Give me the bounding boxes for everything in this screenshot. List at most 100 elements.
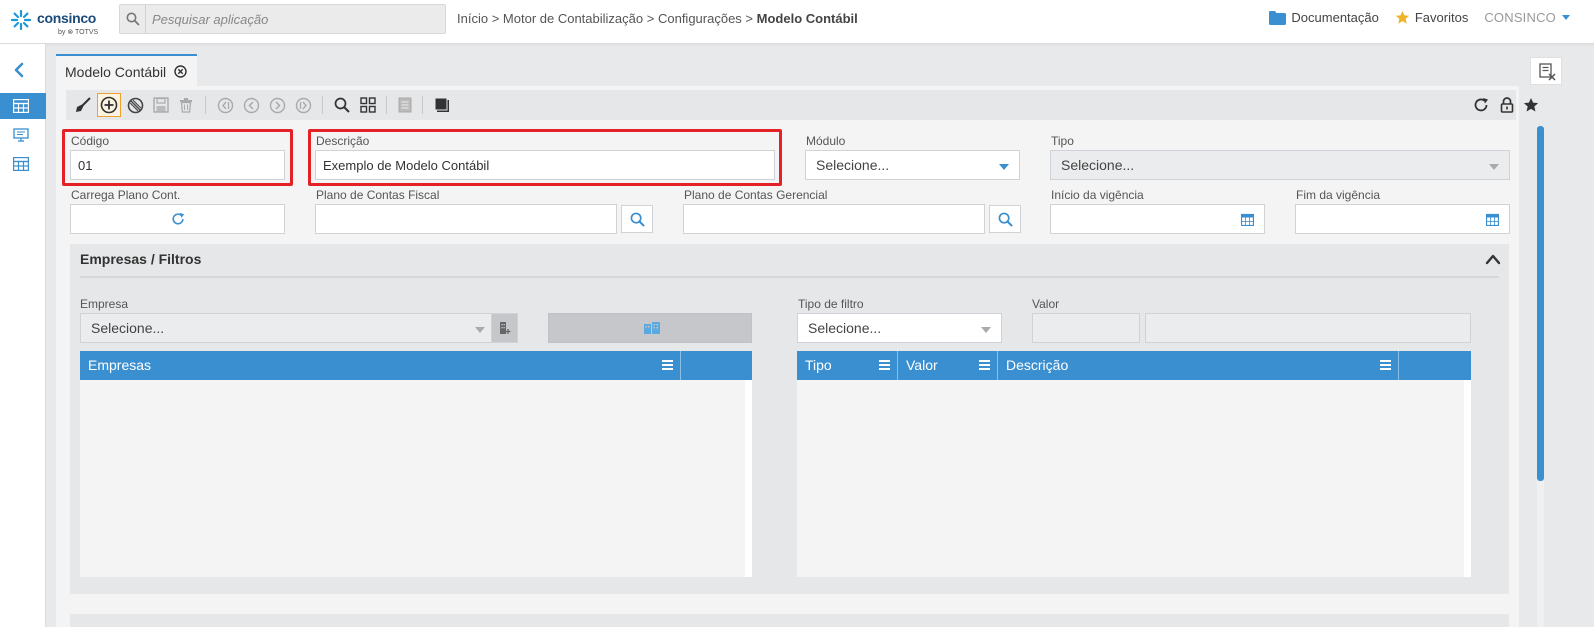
- column-header-descricao[interactable]: Descrição: [998, 351, 1399, 380]
- calendar-icon[interactable]: [1486, 213, 1499, 226]
- clear-filter-button[interactable]: [1530, 57, 1562, 85]
- top-bar: consinco by ⊗ TOTVS Início > Motor de Co…: [0, 0, 1594, 44]
- scrollbar[interactable]: [1464, 380, 1471, 577]
- documentation-link[interactable]: Documentação: [1269, 10, 1379, 25]
- refresh-button[interactable]: [1469, 93, 1493, 117]
- plano-fiscal-lookup-button[interactable]: [621, 205, 653, 233]
- search-icon: [630, 212, 645, 227]
- chevron-left-icon: [14, 62, 24, 78]
- broom-button[interactable]: [71, 93, 95, 117]
- column-header-valor[interactable]: Valor: [898, 351, 998, 380]
- consinco-logo-mark-icon: [10, 9, 32, 31]
- valor-descricao-input[interactable]: [1145, 313, 1471, 343]
- collapse-sidebar-button[interactable]: [12, 62, 26, 81]
- search-input[interactable]: [152, 10, 432, 28]
- scrollbar[interactable]: [745, 380, 752, 577]
- tipo-filtro-select[interactable]: Selecione...: [797, 313, 1002, 343]
- table-icon: [13, 99, 29, 113]
- valor-label: Valor: [1032, 297, 1060, 311]
- empresa-select[interactable]: Selecione...: [80, 313, 492, 343]
- column-menu-icon[interactable]: [979, 360, 990, 370]
- section-title: Empresas / Filtros: [80, 251, 202, 267]
- star-icon: [1395, 10, 1410, 24]
- breadcrumb-item-inicio[interactable]: Início: [457, 11, 488, 26]
- inicio-vigencia-input[interactable]: [1050, 204, 1265, 234]
- empresa-label: Empresa: [80, 297, 129, 311]
- favorite-button[interactable]: [1519, 93, 1543, 117]
- broom-icon: [76, 97, 91, 112]
- last-record-button[interactable]: [291, 93, 315, 117]
- column-menu-icon[interactable]: [1380, 360, 1391, 370]
- delete-button[interactable]: [174, 93, 198, 117]
- document-icon: [398, 97, 412, 113]
- refresh-icon: [1474, 98, 1488, 112]
- search-icon: [120, 5, 146, 33]
- list-clear-icon: [1539, 63, 1556, 81]
- magnifier-icon: [334, 97, 350, 113]
- next-record-button[interactable]: [265, 93, 289, 117]
- search-icon: [998, 212, 1013, 227]
- column-header-empresas[interactable]: Empresas: [80, 351, 681, 380]
- modulo-select[interactable]: Selecione...: [805, 150, 1020, 180]
- sidebar-item-grid[interactable]: [0, 151, 46, 177]
- grid-view-button[interactable]: [356, 93, 380, 117]
- main-panel: Código 01 Descrição Exemplo de Modelo Co…: [56, 86, 1539, 627]
- empresas-grid-body: [80, 380, 745, 577]
- tipo-label: Tipo: [1051, 134, 1074, 148]
- chevron-down-icon: [981, 327, 991, 333]
- breadcrumb: Início > Motor de Contabilização > Confi…: [457, 11, 858, 26]
- fim-vigencia-input[interactable]: [1295, 204, 1510, 234]
- column-menu-icon[interactable]: [879, 360, 890, 370]
- plano-fiscal-input[interactable]: [315, 204, 617, 234]
- page-scrollbar[interactable]: [1537, 126, 1544, 627]
- plano-gerencial-input[interactable]: [683, 204, 985, 234]
- sidebar-item-monitor[interactable]: [0, 122, 46, 148]
- plano-fiscal-label: Plano de Contas Fiscal: [316, 188, 440, 202]
- first-record-icon: [217, 97, 233, 113]
- star-icon: [1523, 98, 1539, 112]
- add-empresa-button[interactable]: [491, 313, 518, 343]
- empresas-grid: Empresas: [80, 351, 752, 577]
- modulo-label: Módulo: [806, 134, 846, 148]
- next-icon: [269, 97, 285, 113]
- favorites-link[interactable]: Favoritos: [1395, 10, 1468, 25]
- save-button[interactable]: [149, 93, 173, 117]
- chevron-up-icon[interactable]: [1485, 253, 1501, 265]
- plano-gerencial-lookup-button[interactable]: [989, 205, 1021, 233]
- add-all-empresas-button[interactable]: [548, 313, 752, 343]
- valor-input[interactable]: [1032, 313, 1140, 343]
- building-add-icon: [500, 322, 511, 334]
- sidebar-item-table[interactable]: [0, 93, 46, 119]
- header-actions: Documentação Favoritos CONSINCO: [1253, 10, 1570, 25]
- lock-icon: [1500, 97, 1514, 113]
- plano-gerencial-label: Plano de Contas Gerencial: [684, 188, 828, 202]
- consinco-logo[interactable]: consinco by ⊗ TOTVS: [10, 4, 102, 40]
- copy-icon: [434, 97, 449, 112]
- close-tab-icon[interactable]: [174, 65, 187, 78]
- breadcrumb-item-motor[interactable]: Motor de Contabilização: [503, 11, 643, 26]
- refresh-icon: [172, 212, 185, 225]
- breadcrumb-item-configuracoes[interactable]: Configurações: [658, 11, 742, 26]
- lock-button[interactable]: [1495, 93, 1519, 117]
- column-menu-icon[interactable]: [662, 360, 673, 370]
- carrega-plano-button[interactable]: [70, 204, 285, 234]
- descricao-highlight: [308, 129, 782, 186]
- tab-modelo-contabil[interactable]: Modelo Contábil: [56, 54, 197, 86]
- first-record-button[interactable]: [213, 93, 237, 117]
- calendar-icon[interactable]: [1241, 213, 1254, 226]
- column-header-tipo[interactable]: Tipo: [797, 351, 898, 380]
- tipo-select[interactable]: Selecione...: [1050, 150, 1510, 180]
- previous-record-button[interactable]: [239, 93, 263, 117]
- report-button[interactable]: [393, 93, 417, 117]
- user-menu[interactable]: CONSINCO: [1484, 10, 1570, 25]
- add-button[interactable]: [97, 93, 121, 117]
- cancel-button[interactable]: [123, 93, 147, 117]
- breadcrumb-current: Modelo Contábil: [756, 11, 858, 26]
- trash-icon: [180, 98, 192, 113]
- page-scrollbar-thumb[interactable]: [1537, 126, 1544, 481]
- monitor-icon: [13, 128, 29, 142]
- search-button[interactable]: [330, 93, 354, 117]
- grid-header: Tipo Valor Descrição: [797, 351, 1471, 380]
- copy-button[interactable]: [430, 93, 454, 117]
- search-box[interactable]: [119, 4, 446, 34]
